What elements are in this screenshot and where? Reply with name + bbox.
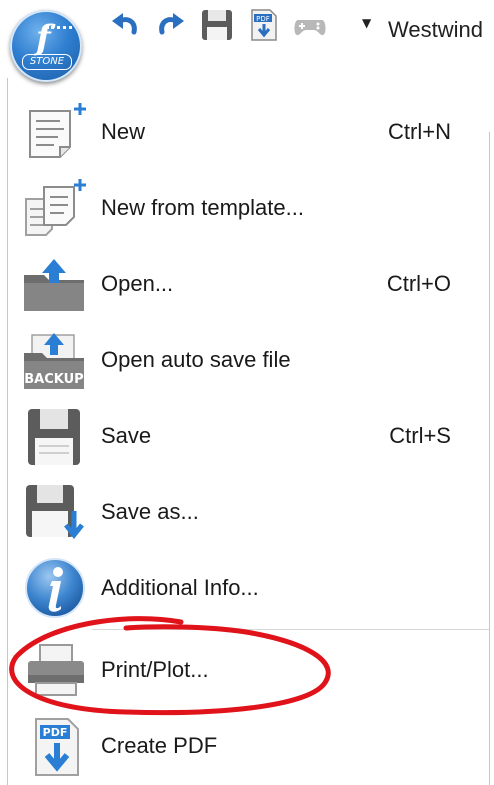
gamepad-icon[interactable] xyxy=(292,8,328,42)
menu-item-label: Save xyxy=(101,423,152,448)
menu-item-open-auto-save[interactable]: BACKUP Open auto save file xyxy=(8,323,489,397)
save-as-icon xyxy=(22,481,88,543)
profile-dropdown-arrow-icon[interactable]: ▼ xyxy=(362,16,371,30)
menu-item-save[interactable]: Save Ctrl+S xyxy=(8,399,489,473)
menu-item-label: Save as... xyxy=(101,499,199,524)
menu-item-label: Open auto save file xyxy=(101,347,291,372)
backup-folder-icon: BACKUP xyxy=(22,329,88,391)
redo-icon[interactable] xyxy=(152,8,188,42)
printer-icon xyxy=(22,639,88,701)
menu-item-label: Open... xyxy=(101,271,174,296)
new-document-icon xyxy=(22,101,88,163)
menu-item-open[interactable]: Open... Ctrl+O xyxy=(8,247,489,321)
profile-selector[interactable]: Westwind xyxy=(388,17,483,43)
menu-separator xyxy=(92,629,489,630)
menu-item-label: Create PDF xyxy=(101,733,218,758)
svg-text:PDF: PDF xyxy=(256,15,270,23)
save-disk-icon xyxy=(22,405,88,467)
pdf-export-icon[interactable]: PDF xyxy=(248,8,280,42)
menu-item-new[interactable]: New Ctrl+N xyxy=(8,95,489,169)
create-pdf-icon: PDF xyxy=(22,715,88,777)
menu-item-label: New xyxy=(101,119,146,144)
app-logo-text: STONE xyxy=(22,54,72,70)
menu-item-label: Print/Plot... xyxy=(101,657,209,682)
application-menu-button[interactable]: f STONE xyxy=(10,10,82,82)
app-logo-dots xyxy=(46,26,72,33)
menu-item-label: Additional Info... xyxy=(101,575,259,600)
menu-right-border xyxy=(489,132,490,785)
info-icon xyxy=(22,557,88,619)
menu-item-shortcut: Ctrl+S xyxy=(389,423,451,448)
menu-item-print-plot[interactable]: Print/Plot... xyxy=(8,633,489,707)
undo-icon[interactable] xyxy=(108,8,144,42)
open-folder-icon xyxy=(22,253,88,315)
menu-item-shortcut: Ctrl+O xyxy=(386,271,451,296)
menu-item-shortcut: Ctrl+N xyxy=(388,119,451,144)
backup-badge-text: BACKUP xyxy=(24,372,83,387)
pdf-badge-text: PDF xyxy=(43,726,68,739)
save-icon[interactable] xyxy=(200,8,234,42)
menu-item-create-pdf[interactable]: PDF Create PDF xyxy=(8,709,489,783)
app-logo-f: f xyxy=(36,18,51,58)
menu-item-new-from-template[interactable]: New from template... xyxy=(8,171,489,245)
menu-item-save-as[interactable]: Save as... xyxy=(8,475,489,549)
menu-item-label: New from template... xyxy=(101,195,304,220)
new-from-template-icon xyxy=(22,177,88,239)
menu-item-additional-info[interactable]: Additional Info... xyxy=(8,551,489,625)
